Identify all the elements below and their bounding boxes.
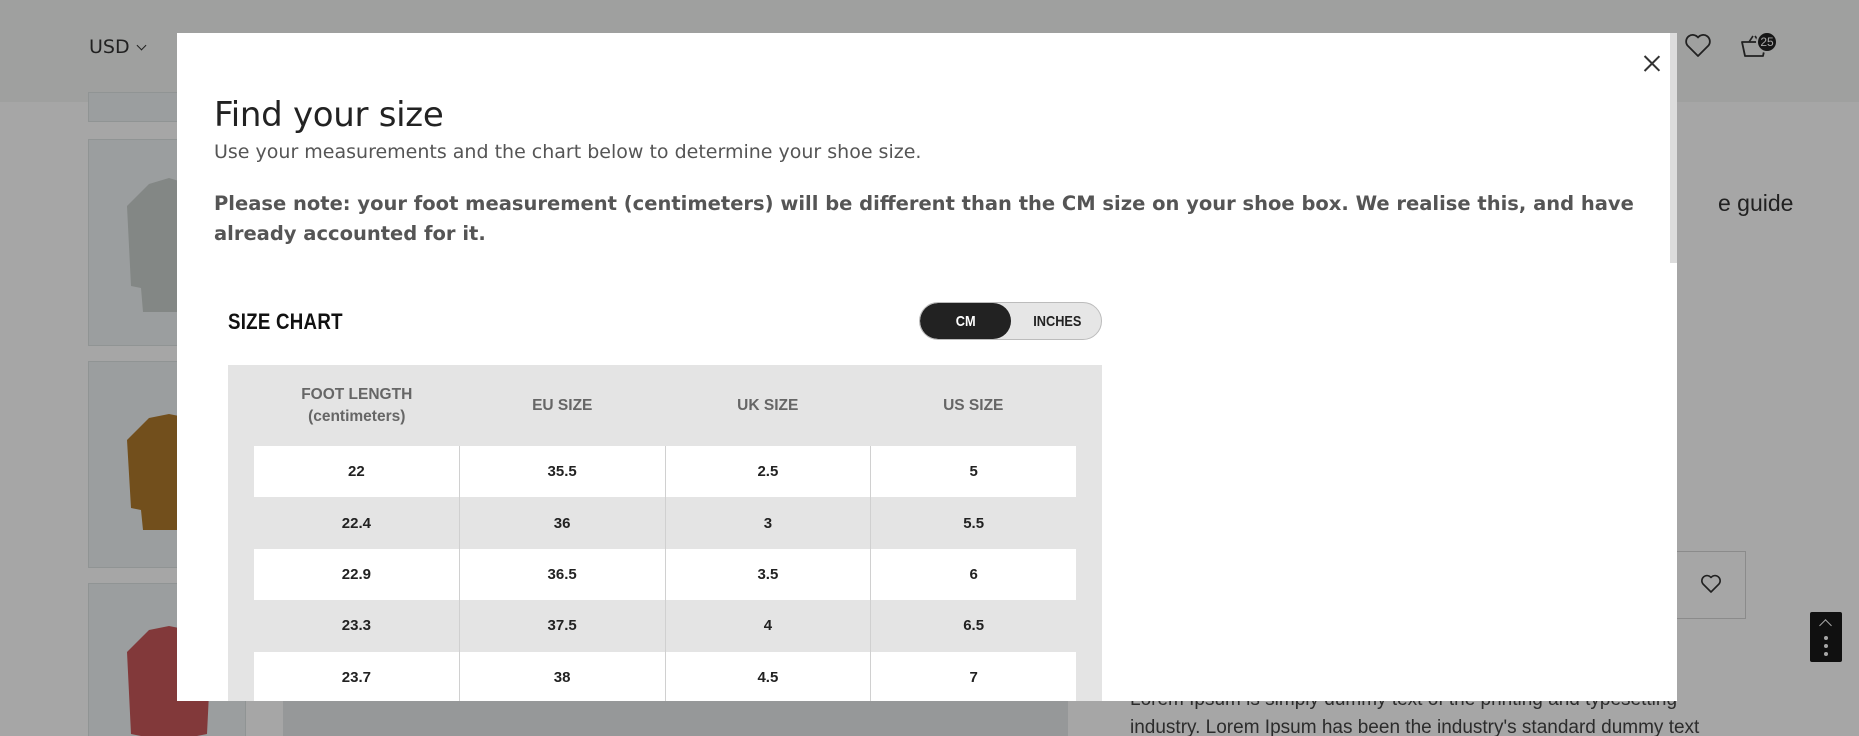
table-cell: 4.5 <box>666 651 872 701</box>
table-cell: 22.9 <box>254 548 460 601</box>
table-cell: 36.5 <box>460 548 666 601</box>
table-cell: 22.4 <box>254 497 460 549</box>
table-cell: 6.5 <box>963 617 985 635</box>
table-cell: 3 <box>666 497 872 549</box>
table-cell: 35.5 <box>460 446 666 498</box>
table-row: 22.9 36.5 3.5 6 <box>254 548 1076 601</box>
table-cell: 23.7 <box>254 651 460 701</box>
table-header: FOOT LENGTH (centimeters) EU SIZE UK SIZ… <box>254 365 1076 446</box>
unit-toggle[interactable]: CM INCHES <box>919 302 1102 340</box>
table-cell: 3.5 <box>666 548 872 601</box>
size-chart-title: SIZE CHART <box>228 309 343 334</box>
measurement-note: Please note: your foot measurement (cent… <box>214 192 1634 245</box>
table-cell: 7 <box>969 668 978 686</box>
unit-toggle-inches-label: INCHES <box>1032 312 1082 330</box>
table-cell: 6 <box>969 565 978 583</box>
size-chart-table: FOOT LENGTH (centimeters) EU SIZE UK SIZ… <box>228 365 1102 701</box>
size-guide-modal: Find your size Use your measurements and… <box>177 33 1677 701</box>
column-header: US SIZE <box>943 396 1004 414</box>
column-header-line: FOOT LENGTH <box>301 385 413 403</box>
table-cell: 38 <box>460 651 666 701</box>
column-header: FOOT LENGTH (centimeters) <box>254 365 460 446</box>
table-cell: 22 <box>254 446 460 498</box>
table-row: 22.4 36 3 5.5 <box>254 497 1076 549</box>
table-cell: 5 <box>969 463 978 481</box>
close-icon[interactable] <box>1638 49 1666 77</box>
unit-toggle-cm-label: CM <box>955 312 976 330</box>
unit-toggle-inches[interactable]: INCHES <box>1011 303 1101 339</box>
table-cell: 2.5 <box>666 446 872 498</box>
column-header: EU SIZE <box>532 396 593 414</box>
unit-toggle-cm[interactable]: CM <box>920 303 1011 339</box>
modal-scrollbar[interactable] <box>1670 33 1677 263</box>
table-row: 23.3 37.5 4 6.5 <box>254 600 1076 652</box>
table-cell: 5.5 <box>963 514 985 532</box>
table-row: 23.7 38 4.5 7 <box>254 651 1076 701</box>
table-body: 22 35.5 2.5 5 22.4 36 3 5.5 22.9 36.5 3.… <box>254 446 1076 701</box>
modal-subtitle: Use your measurements and the chart belo… <box>214 141 922 163</box>
table-cell: 37.5 <box>460 600 666 652</box>
column-header: UK SIZE <box>737 396 799 414</box>
table-cell: 23.3 <box>254 600 460 652</box>
table-row: 22 35.5 2.5 5 <box>254 446 1076 498</box>
table-cell: 36 <box>460 497 666 549</box>
column-header-unit: (centimeters) <box>308 407 406 425</box>
table-cell: 4 <box>666 600 872 652</box>
modal-title: Find your size <box>214 95 444 135</box>
